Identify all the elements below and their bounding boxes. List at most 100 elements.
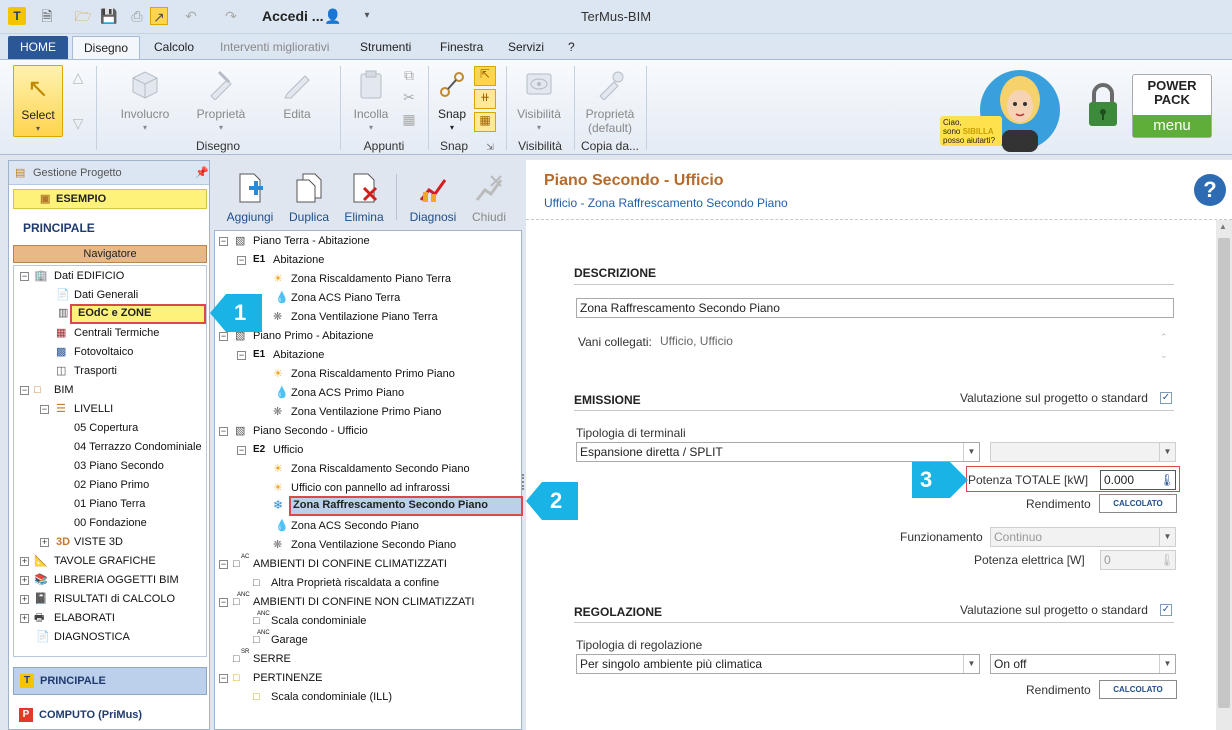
tree-floor[interactable]: Piano Primo - Abitazione	[253, 328, 373, 344]
project-esempio[interactable]: ▣ ESEMPIO	[13, 189, 207, 209]
snap-mode-2-icon[interactable]: ⧺	[474, 89, 496, 109]
elimina-button[interactable]: Elimina	[340, 172, 388, 224]
scroll-up-arrow-icon[interactable]: ▲	[1219, 222, 1227, 231]
tree-item-dati-generali[interactable]: Dati Generali	[74, 287, 138, 303]
tree-item-dati-edificio[interactable]: Dati EDIFICIO	[54, 268, 124, 284]
tree-floor[interactable]: Piano Terra - Abitazione	[253, 233, 370, 249]
chiudi-button[interactable]: Chiudi	[466, 172, 512, 224]
tree-item-elaborati[interactable]: ELABORATI	[54, 610, 115, 626]
tree-item-risultati[interactable]: RISULTATI di CALCOLO	[54, 591, 175, 607]
tree-item-level[interactable]: 00 Fondazione	[74, 515, 147, 531]
tree-building[interactable]: Abitazione	[273, 252, 324, 268]
tree-item-livelli[interactable]: LIVELLI	[74, 401, 113, 417]
snap-mode-1-icon[interactable]: ⇱	[474, 66, 496, 86]
proprieta-button[interactable]: Proprietà ▾	[190, 68, 252, 135]
tab-servizi[interactable]: Servizi	[502, 39, 550, 60]
collapse-icon[interactable]: −	[40, 405, 49, 414]
tree-item-level[interactable]: 01 Piano Terra	[74, 496, 145, 512]
tree-zone[interactable]: Zona Ventilazione Primo Piano	[291, 404, 441, 420]
tipologia-terminali-select[interactable]: Espansione diretta / SPLIT ▼	[576, 442, 980, 462]
expand-icon[interactable]: +	[20, 576, 29, 585]
proprieta-default-button[interactable]: Proprietà (default)	[580, 68, 640, 135]
collapse-icon[interactable]: −	[219, 674, 228, 683]
tab-strumenti[interactable]: Strumenti	[354, 39, 417, 60]
tree-zone[interactable]: Zona ACS Secondo Piano	[291, 518, 419, 534]
tree-item-level[interactable]: 04 Terrazzo Condominiale	[74, 439, 202, 455]
collapse-icon[interactable]: −	[219, 560, 228, 569]
potenza-totale-input[interactable]: 0.000 🌡	[1100, 470, 1176, 490]
tree-item-bim[interactable]: BIM	[54, 382, 74, 398]
collapse-icon[interactable]: −	[237, 446, 246, 455]
incolla-button[interactable]: Incolla ▾	[348, 68, 394, 135]
tree-item-trasporti[interactable]: Trasporti	[74, 363, 117, 379]
terminali-subtype-select[interactable]: ▼	[990, 442, 1176, 462]
tab-finestra[interactable]: Finestra	[434, 39, 489, 60]
copy-icon[interactable]: ⧉	[400, 68, 418, 82]
power-pack-button[interactable]: POWER PACK menu	[1132, 74, 1212, 138]
edita-button[interactable]: Edita	[266, 68, 328, 121]
lock-icon[interactable]	[1086, 82, 1120, 128]
emissione-valutazione-checkbox[interactable]: ✓	[1160, 392, 1172, 404]
tree-item[interactable]: Scala condominiale (ILL)	[271, 689, 392, 705]
tree-group[interactable]: AMBIENTI DI CONFINE CLIMATIZZATI	[253, 556, 447, 572]
tree-group[interactable]: PERTINENZE	[253, 670, 322, 686]
collapse-icon[interactable]: −	[219, 598, 228, 607]
tree-zone[interactable]: Zona ACS Primo Piano	[291, 385, 404, 401]
help-icon[interactable]: ?	[1194, 174, 1226, 206]
tab-help[interactable]: ?	[562, 39, 581, 60]
tree-item-tavole-grafiche[interactable]: TAVOLE GRAFICHE	[54, 553, 156, 569]
vani-scroll-up-icon[interactable]: ⌃	[1160, 332, 1168, 343]
tree-zone[interactable]: Zona Ventilazione Secondo Piano	[291, 537, 456, 553]
tipologia-regolazione-select[interactable]: Per singolo ambiente più climatica ▼	[576, 654, 980, 674]
tree-zone[interactable]: Zona Riscaldamento Secondo Piano	[291, 461, 470, 477]
expand-icon[interactable]: +	[40, 538, 49, 547]
tree-item-fotovoltaico[interactable]: Fotovoltaico	[74, 344, 133, 360]
collapse-icon[interactable]: −	[20, 272, 29, 281]
emissione-calcolato-button[interactable]: CALCOLATO	[1099, 494, 1177, 513]
vani-scroll-down-icon[interactable]: ⌄	[1160, 350, 1168, 361]
regolazione-modo-select[interactable]: On off ▼	[990, 654, 1176, 674]
tab-home[interactable]: HOME	[8, 36, 68, 60]
select-button[interactable]: ↖ Select ▾	[13, 65, 63, 137]
expand-icon[interactable]: +	[20, 614, 29, 623]
expand-icon[interactable]: +	[20, 557, 29, 566]
collapse-icon[interactable]: −	[219, 332, 228, 341]
tree-item-diagnostica[interactable]: DIAGNOSTICA	[54, 629, 130, 645]
tree-item-level[interactable]: 03 Piano Secondo	[74, 458, 164, 474]
involucro-button[interactable]: Involucro ▾	[112, 68, 178, 135]
snap-grid-icon[interactable]: ▦	[474, 112, 496, 132]
tree-group[interactable]: SERRE	[253, 651, 291, 667]
collapse-icon[interactable]: −	[219, 237, 228, 246]
tree-item-libreria-bim[interactable]: LIBRERIA OGGETTI BIM	[54, 572, 179, 588]
potenza-elettrica-input[interactable]: 0 🌡	[1100, 550, 1176, 570]
tree-building[interactable]: Abitazione	[273, 347, 324, 363]
tree-floor[interactable]: Piano Secondo - Ufficio	[253, 423, 368, 439]
snap-settings-icon[interactable]: ⇲	[484, 140, 496, 154]
descrizione-input[interactable]: Zona Raffrescamento Secondo Piano	[576, 298, 1174, 318]
collapse-icon[interactable]: −	[237, 351, 246, 360]
collapse-icon[interactable]: −	[219, 427, 228, 436]
tree-zone[interactable]: Zona Riscaldamento Primo Piano	[291, 366, 455, 382]
navigatore-button[interactable]: Navigatore	[13, 245, 207, 263]
tree-zone-selected[interactable]: ❄ Zona Raffrescamento Secondo Piano	[273, 496, 523, 516]
tree-item[interactable]: Garage	[271, 632, 308, 648]
paste-special-icon[interactable]: ▦	[400, 112, 418, 126]
tree-zone[interactable]: Zona Riscaldamento Piano Terra	[291, 271, 451, 287]
tab-calcolo[interactable]: Calcolo	[148, 39, 200, 60]
tree-zone[interactable]: Zona Ventilazione Piano Terra	[291, 309, 438, 325]
sibilla-assistant[interactable]: Ciao, sono SIBILLA posso aiutarti?	[940, 62, 1060, 154]
tree-item-eodc-zone[interactable]: ▥ EOdC e ZONE	[58, 304, 206, 324]
collapse-icon[interactable]: −	[237, 256, 246, 265]
duplica-button[interactable]: Duplica	[284, 172, 334, 224]
tree-building[interactable]: Ufficio	[273, 442, 303, 458]
regolazione-calcolato-button[interactable]: CALCOLATO	[1099, 680, 1177, 699]
scroll-up-icon[interactable]: △	[70, 70, 86, 84]
pin-icon[interactable]: 📌	[195, 161, 209, 185]
scrollbar-thumb[interactable]	[1218, 238, 1230, 708]
snap-button[interactable]: Snap ▾	[434, 68, 470, 135]
diagnosi-button[interactable]: Diagnosi	[404, 172, 462, 224]
funzionamento-select[interactable]: Continuo ▼	[990, 527, 1176, 547]
expand-icon[interactable]: +	[20, 595, 29, 604]
tree-item-centrali-termiche[interactable]: Centrali Termiche	[74, 325, 159, 341]
cut-icon[interactable]: ✂	[400, 90, 418, 104]
